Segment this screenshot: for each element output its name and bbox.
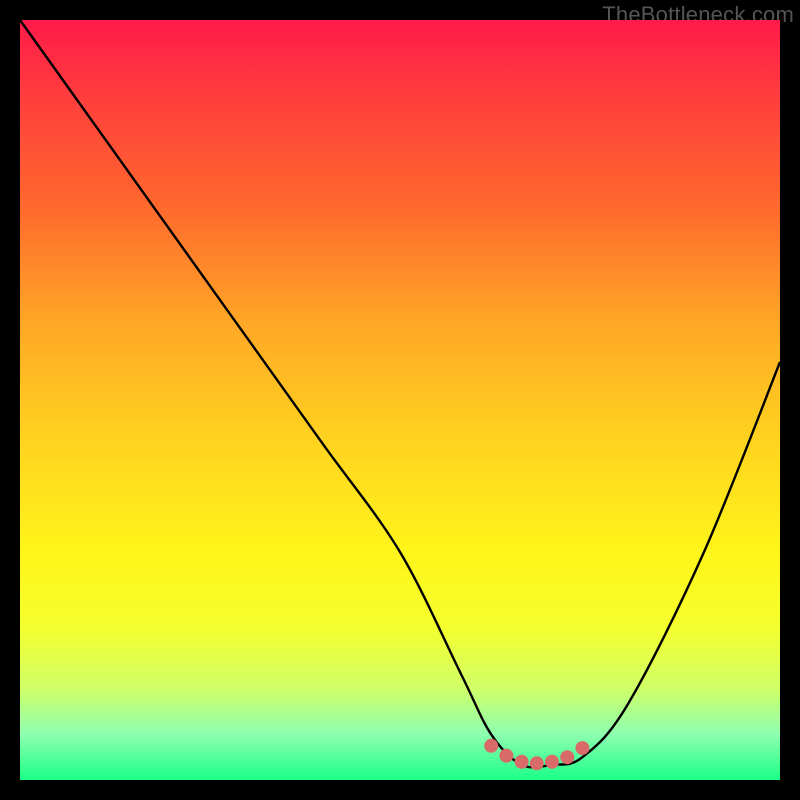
bottleneck-curve [20,20,780,767]
plot-area [20,20,780,780]
optimal-marker [499,749,513,763]
optimal-marker [515,755,529,769]
chart-frame: TheBottleneck.com [0,0,800,800]
optimal-marker [545,755,559,769]
optimal-marker [575,741,589,755]
optimal-marker [530,756,544,770]
optimal-marker [560,750,574,764]
curve-svg [20,20,780,780]
optimal-range-markers [484,739,589,770]
optimal-marker [484,739,498,753]
